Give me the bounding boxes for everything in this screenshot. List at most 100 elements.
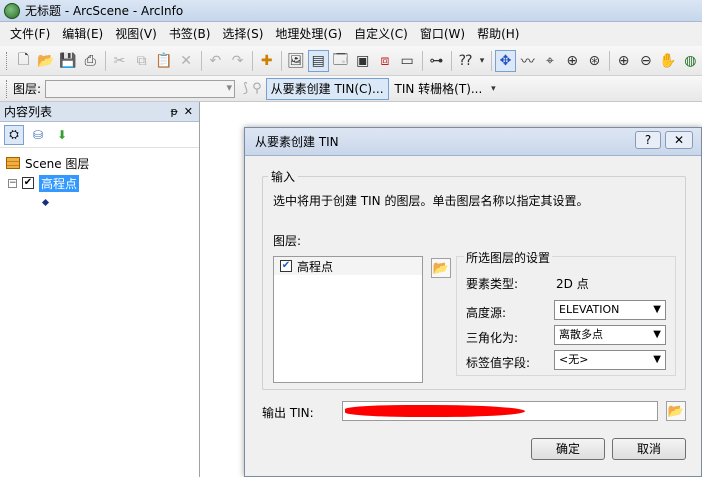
tag-field-label: 标签值字段:: [466, 356, 531, 370]
panel-header: 内容列表 ᵽ ✕: [0, 102, 199, 122]
toolbar-separator: [421, 50, 423, 71]
table-of-contents-icon[interactable]: ▤: [307, 49, 329, 72]
add-layer-folder-icon[interactable]: 📂: [431, 258, 451, 278]
create-tin-dialog: 从要素创建 TIN ? ✕ 输入 选中将用于创建 TIN 的图层。单击图层名称以…: [244, 127, 702, 477]
layer-node[interactable]: − ✔ 高程点: [8, 174, 80, 192]
list-item-label[interactable]: 高程点: [297, 258, 333, 275]
dialog-title: 从要素创建 TIN: [255, 135, 339, 149]
standard-toolbar: 🗋 📂 💾 ⎙ ✂ ⧉ 📋 ✕ ↶ ↷ ✚ 🖼 ▤ 🗔 ▣ ⧈ ▭ ⊶ ⁇ ▾ …: [0, 46, 702, 76]
fly-icon[interactable]: 〰: [517, 50, 538, 72]
list-by-source-icon[interactable]: ⛁: [28, 125, 48, 145]
settings-group-title: 所选图层的设置: [464, 249, 553, 266]
layer-list[interactable]: ✔ 高程点: [273, 256, 423, 383]
toolbar-options-icon[interactable]: ▾: [488, 78, 498, 100]
add-data-icon[interactable]: ✚: [256, 50, 277, 72]
undo-icon[interactable]: ↶: [205, 50, 226, 72]
layers-label: 图层:: [273, 234, 302, 248]
zoom-in-icon[interactable]: ⊕: [613, 50, 634, 72]
scene-properties-icon[interactable]: 🖼: [285, 50, 306, 72]
save-icon[interactable]: 💾: [57, 50, 78, 72]
ok-button[interactable]: 确定: [531, 438, 605, 460]
open-folder-icon[interactable]: 📂: [35, 50, 56, 72]
python-window-icon[interactable]: ▭: [397, 50, 418, 72]
layer-visibility-checkbox[interactable]: ✔: [22, 177, 34, 189]
menu-selection[interactable]: 选择(S): [216, 22, 269, 46]
height-source-dropdown[interactable]: ELEVATION ▼: [554, 300, 666, 320]
menu-file[interactable]: 文件(F): [4, 22, 56, 46]
triangulate-label: 三角化为:: [466, 331, 519, 345]
layer-label: 图层:: [13, 82, 42, 96]
toc-tools: ⛭ ⛁ ⬇: [0, 122, 199, 148]
paste-icon[interactable]: 📋: [153, 50, 174, 72]
triangulate-dropdown[interactable]: 离散多点 ▼: [554, 325, 666, 345]
zoom-out-icon[interactable]: ⊖: [635, 50, 656, 72]
menu-geoprocessing[interactable]: 地理处理(G): [269, 22, 348, 46]
set-observer-icon[interactable]: ⊛: [584, 50, 605, 72]
redaction-mark: [345, 405, 525, 417]
table-of-contents-panel: 内容列表 ᵽ ✕ ⛭ ⛁ ⬇ Scene 图层 − ✔ 高程点: [0, 102, 200, 477]
instruction-text: 选中将用于创建 TIN 的图层。单击图层名称以指定其设置。: [273, 194, 589, 208]
toolbar-separator: [281, 50, 283, 71]
scene-layers-node[interactable]: Scene 图层: [6, 154, 89, 172]
help-button[interactable]: ?: [635, 131, 661, 149]
interpolate-icon[interactable]: ⟆: [243, 81, 248, 96]
menu-edit[interactable]: 编辑(E): [56, 22, 109, 46]
zoom-to-target-icon[interactable]: ⊕: [562, 50, 583, 72]
close-button[interactable]: ✕: [665, 131, 693, 149]
menu-view[interactable]: 视图(V): [109, 22, 163, 46]
print-icon[interactable]: ⎙: [80, 50, 101, 72]
point-symbol-icon: [41, 198, 50, 207]
input-group-title: 输入: [268, 168, 299, 185]
target-center-icon[interactable]: ⌖: [539, 50, 560, 72]
layer-dropdown[interactable]: [45, 79, 236, 98]
navigate-icon[interactable]: ✥: [494, 49, 517, 72]
3d-analyst-toolbar: 图层: ⟆ ⚲ 从要素创建 TIN(C)... TIN 转栅格(T)... ▾: [0, 76, 702, 102]
tag-field-value: <无>: [559, 353, 589, 366]
output-tin-label: 输出 TIN:: [262, 406, 314, 420]
tin-to-raster-button[interactable]: TIN 转栅格(T)...: [391, 78, 487, 100]
menu-help[interactable]: 帮助(H): [471, 22, 525, 46]
tag-field-dropdown[interactable]: <无> ▼: [554, 350, 666, 370]
create-tin-from-features-button[interactable]: 从要素创建 TIN(C)...: [265, 77, 389, 100]
cancel-button[interactable]: 取消: [612, 438, 686, 460]
scene-layers-label: Scene 图层: [25, 156, 90, 171]
toolbar-options-icon[interactable]: ▾: [477, 50, 487, 72]
delete-icon[interactable]: ✕: [176, 50, 197, 72]
catalog-window-icon[interactable]: 🗔: [330, 50, 351, 72]
menu-window[interactable]: 窗口(W): [414, 22, 471, 46]
browse-output-folder-icon[interactable]: 📂: [666, 401, 686, 421]
toolbar-grip[interactable]: [6, 79, 9, 98]
modelbuilder-icon[interactable]: ⊶: [426, 50, 447, 72]
dialog-title-bar: 从要素创建 TIN ? ✕: [245, 128, 701, 156]
output-tin-input[interactable]: [342, 401, 658, 421]
dropdown-arrow-icon: ▼: [653, 354, 661, 365]
whats-this-icon[interactable]: ⁇: [455, 50, 476, 72]
list-by-visibility-icon[interactable]: ⬇: [52, 125, 72, 145]
list-by-drawing-order-icon[interactable]: ⛭: [4, 124, 24, 145]
window-title: 无标题 - ArcScene - ArcInfo: [25, 4, 184, 18]
arctoolbox-icon[interactable]: ⧈: [374, 50, 395, 72]
collapse-icon[interactable]: −: [8, 178, 17, 188]
pan-icon[interactable]: ✋: [657, 50, 678, 72]
toolbar-grip[interactable]: [6, 51, 9, 70]
height-source-label: 高度源:: [466, 306, 507, 320]
menu-bookmarks[interactable]: 书签(B): [163, 22, 217, 46]
menu-bar: 文件(F) 编辑(E) 视图(V) 书签(B) 选择(S) 地理处理(G) 自定…: [0, 22, 702, 46]
layer-checkbox[interactable]: ✔: [280, 260, 292, 272]
dropdown-arrow-icon: ▼: [653, 304, 661, 315]
pin-icon[interactable]: ᵽ: [170, 105, 177, 118]
search-window-icon[interactable]: ▣: [352, 50, 373, 72]
cut-icon[interactable]: ✂: [109, 50, 130, 72]
line-of-sight-icon[interactable]: ⚲: [252, 81, 262, 96]
copy-icon[interactable]: ⧉: [131, 50, 152, 72]
close-icon[interactable]: ✕: [184, 105, 193, 118]
arcscene-globe-icon: [4, 2, 20, 19]
new-document-icon[interactable]: 🗋: [13, 50, 34, 72]
toolbar-separator: [490, 50, 492, 71]
redo-icon[interactable]: ↷: [227, 50, 248, 72]
list-item[interactable]: ✔ 高程点: [274, 257, 422, 275]
layer-name[interactable]: 高程点: [39, 174, 80, 192]
feature-type-value: 2D 点: [556, 277, 589, 291]
menu-customize[interactable]: 自定义(C): [348, 22, 414, 46]
full-extent-icon[interactable]: ◍: [680, 50, 701, 72]
